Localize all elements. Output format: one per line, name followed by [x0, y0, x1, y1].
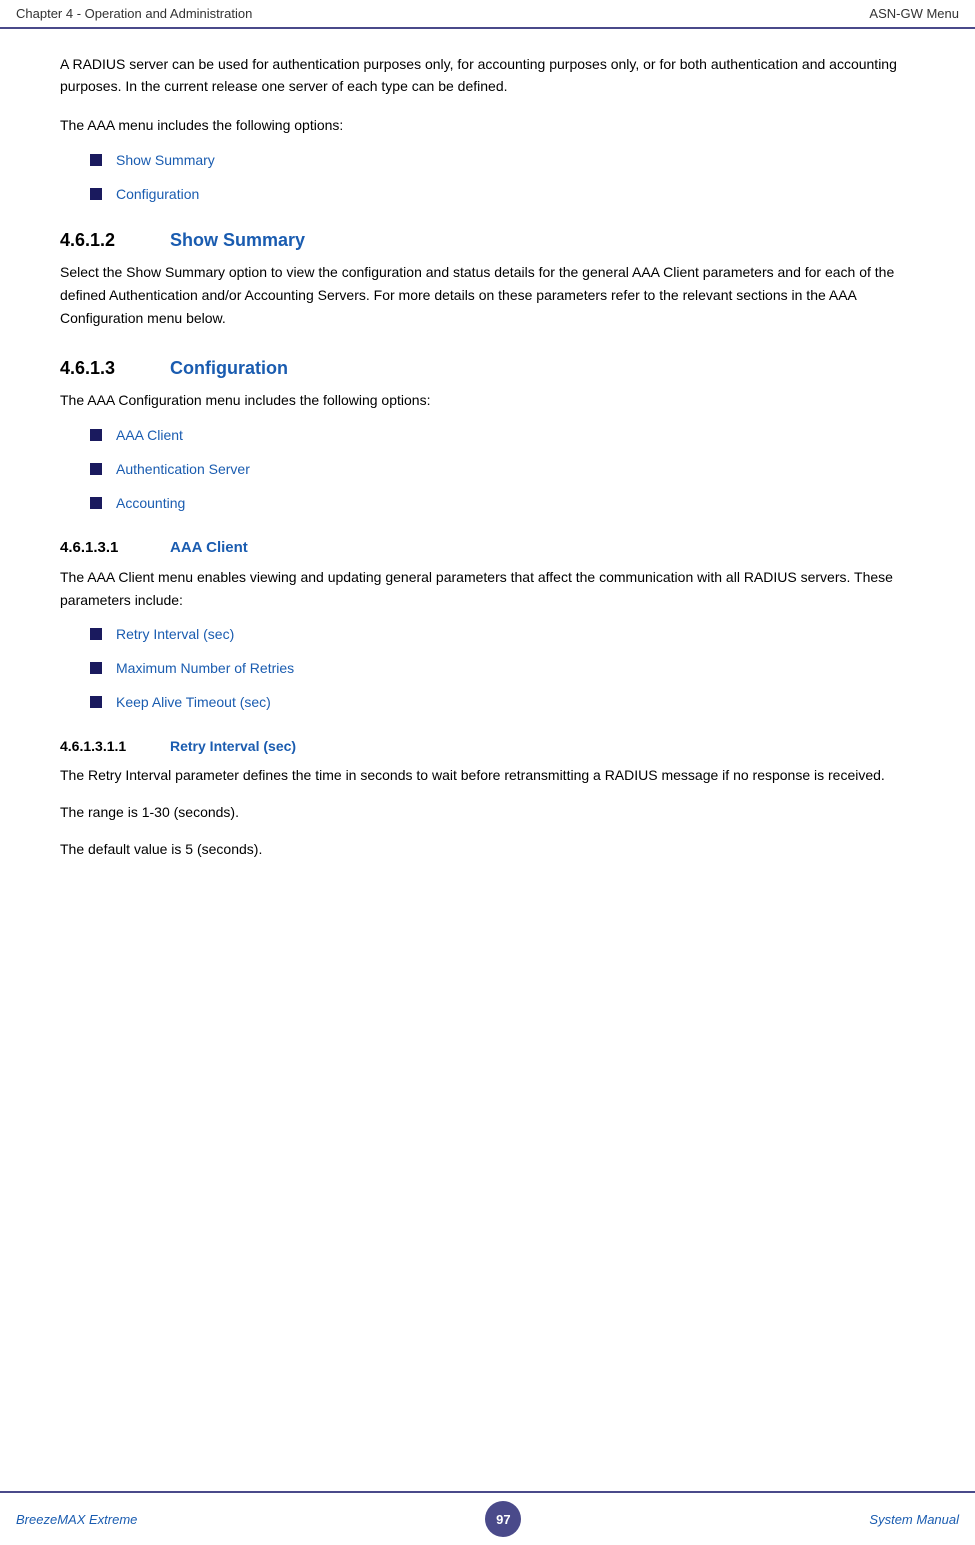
page-footer: BreezeMAX Extreme 97 System Manual — [0, 1491, 975, 1545]
max-retries-link[interactable]: Maximum Number of Retries — [116, 660, 294, 676]
retry-interval-link[interactable]: Retry Interval (sec) — [116, 626, 234, 642]
main-content: A RADIUS server can be used for authenti… — [0, 29, 975, 955]
section-title-46131: AAA Client — [170, 539, 248, 556]
header-section: ASN-GW Menu — [869, 6, 959, 21]
section-4612-body: Select the Show Summary option to view t… — [60, 261, 915, 330]
bullet-icon — [90, 154, 102, 166]
section-number-4613: 4.6.1.3 — [60, 358, 170, 379]
section-461311-body1: The Retry Interval parameter defines the… — [60, 764, 915, 787]
section-number-4612: 4.6.1.2 — [60, 230, 170, 251]
bullet-icon — [90, 188, 102, 200]
section-4612: 4.6.1.2 Show Summary — [60, 230, 915, 251]
top-bullet-list: Show Summary Configuration — [90, 152, 915, 202]
list-item: AAA Client — [90, 427, 915, 443]
auth-server-link[interactable]: Authentication Server — [116, 461, 250, 477]
section-number-461311: 4.6.1.3.1.1 — [60, 738, 170, 754]
list-item: Retry Interval (sec) — [90, 626, 915, 642]
section-461311-body2: The range is 1-30 (seconds). — [60, 801, 915, 824]
bullet-icon — [90, 696, 102, 708]
section-461311: 4.6.1.3.1.1 Retry Interval (sec) — [60, 738, 915, 754]
show-summary-link[interactable]: Show Summary — [116, 152, 215, 168]
list-item: Show Summary — [90, 152, 915, 168]
section-title-461311: Retry Interval (sec) — [170, 738, 296, 754]
section-title-4612: Show Summary — [170, 230, 305, 251]
intro-para-2: The AAA menu includes the following opti… — [60, 114, 915, 136]
section-46131: 4.6.1.3.1 AAA Client — [60, 539, 915, 556]
page-header: Chapter 4 - Operation and Administration… — [0, 0, 975, 29]
section-4613-intro: The AAA Configuration menu includes the … — [60, 389, 915, 412]
bullet-icon — [90, 662, 102, 674]
bullet-icon — [90, 463, 102, 475]
bullet-icon — [90, 429, 102, 441]
configuration-link[interactable]: Configuration — [116, 186, 199, 202]
section-number-46131: 4.6.1.3.1 — [60, 539, 170, 556]
footer-left: BreezeMAX Extreme — [16, 1512, 137, 1527]
section-461311-body3: The default value is 5 (seconds). — [60, 838, 915, 861]
section-46131-body: The AAA Client menu enables viewing and … — [60, 566, 915, 612]
aaa-client-bullet-list: Retry Interval (sec) Maximum Number of R… — [90, 626, 915, 710]
list-item: Accounting — [90, 495, 915, 511]
intro-para-1: A RADIUS server can be used for authenti… — [60, 53, 915, 98]
section-4613: 4.6.1.3 Configuration — [60, 358, 915, 379]
list-item: Configuration — [90, 186, 915, 202]
header-chapter: Chapter 4 - Operation and Administration — [16, 6, 252, 21]
list-item: Maximum Number of Retries — [90, 660, 915, 676]
list-item: Keep Alive Timeout (sec) — [90, 694, 915, 710]
page-number: 97 — [485, 1501, 521, 1537]
section-title-4613: Configuration — [170, 358, 288, 379]
bullet-icon — [90, 497, 102, 509]
list-item: Authentication Server — [90, 461, 915, 477]
accounting-link[interactable]: Accounting — [116, 495, 185, 511]
aaa-client-link[interactable]: AAA Client — [116, 427, 183, 443]
bullet-icon — [90, 628, 102, 640]
keep-alive-link[interactable]: Keep Alive Timeout (sec) — [116, 694, 271, 710]
footer-right: System Manual — [869, 1512, 959, 1527]
config-bullet-list: AAA Client Authentication Server Account… — [90, 427, 915, 511]
